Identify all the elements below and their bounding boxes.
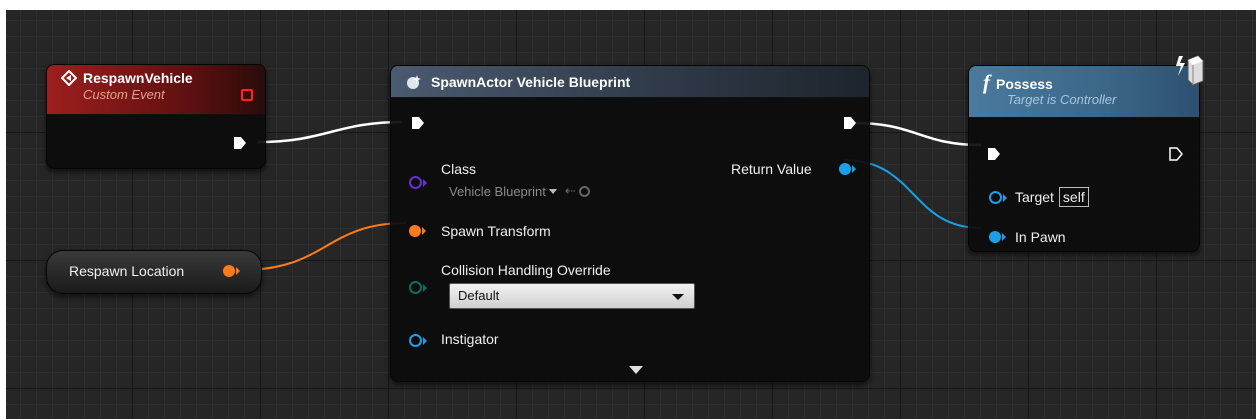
possess-node[interactable]: f Possess Target is Controller Target se…: [968, 55, 1204, 252]
event-node-header: RespawnVehicle Custom Event: [47, 65, 265, 115]
spawn-transform-label: Spawn Transform: [441, 223, 551, 239]
transform-wire[interactable]: [241, 222, 407, 271]
chevron-down-icon: [672, 294, 684, 300]
possess-node-header: f Possess Target is Controller: [969, 66, 1199, 118]
class-picker-dropdown-icon[interactable]: [548, 188, 557, 194]
in-pawn-input-pin[interactable]: [989, 231, 1006, 243]
possess-node-subtitle: Target is Controller: [1007, 92, 1117, 107]
instigator-label: Instigator: [441, 331, 499, 347]
class-input-pin[interactable]: [409, 176, 427, 189]
respawn-vehicle-event-node[interactable]: RespawnVehicle Custom Event: [46, 64, 266, 169]
instigator-input-pin[interactable]: [409, 334, 427, 347]
exec-wire-spawn-to-possess[interactable]: [853, 121, 982, 147]
collision-dropdown-value: Default: [458, 288, 500, 303]
possess-exec-input-pin[interactable]: [987, 146, 1001, 162]
function-glyph: f: [983, 70, 990, 94]
target-input-pin[interactable]: [989, 191, 1007, 204]
possess-node-title: Possess: [996, 76, 1053, 92]
in-pawn-label: In Pawn: [1015, 229, 1066, 245]
collision-handling-label: Collision Handling Override: [441, 262, 611, 278]
event-node-subtitle: Custom Event: [83, 87, 165, 102]
exec-wire-event-to-spawn[interactable]: [257, 120, 403, 144]
spawn-exec-output-pin[interactable]: [843, 115, 857, 131]
use-selected-arrow-icon[interactable]: ⇠: [565, 183, 576, 199]
target-pin-row: Target self: [1015, 187, 1089, 207]
target-label: Target: [1015, 189, 1054, 205]
class-picker[interactable]: Vehicle Blueprint ⇠: [449, 183, 590, 199]
blueprint-graph-canvas[interactable]: RespawnVehicle Custom Event Respawn Loca…: [6, 10, 1256, 419]
collision-handling-input-pin[interactable]: [409, 281, 427, 294]
spawn-exec-input-pin[interactable]: [411, 115, 425, 131]
event-node-title: RespawnVehicle: [83, 70, 193, 86]
variable-output-pin[interactable]: [223, 265, 240, 277]
spawn-transform-input-pin[interactable]: [409, 225, 426, 237]
possess-exec-output-pin[interactable]: [1169, 146, 1183, 162]
target-self-box[interactable]: self: [1058, 187, 1089, 207]
respawn-location-variable-node[interactable]: Respawn Location: [46, 250, 262, 294]
class-picker-value: Vehicle Blueprint: [449, 183, 546, 199]
expand-arrow-icon[interactable]: [629, 366, 643, 374]
spawn-actor-node[interactable]: SpawnActor Vehicle Blueprint Class Vehic…: [390, 65, 870, 382]
return-value-label: Return Value: [731, 161, 812, 177]
network-replicated-icon: [1176, 55, 1204, 86]
event-diamond-icon: [61, 70, 77, 86]
browse-search-icon[interactable]: [578, 185, 590, 197]
spawn-actor-icon: [407, 74, 421, 89]
delegate-output-pin[interactable]: [241, 89, 253, 101]
spawn-node-header: SpawnActor Vehicle Blueprint: [391, 66, 869, 98]
return-value-output-pin[interactable]: [839, 163, 856, 175]
variable-label: Respawn Location: [69, 263, 185, 279]
class-pin-label: Class: [441, 161, 477, 177]
collision-handling-dropdown[interactable]: Default: [449, 283, 695, 309]
spawn-node-title: SpawnActor Vehicle Blueprint: [431, 73, 631, 90]
event-exec-output-pin[interactable]: [233, 135, 247, 151]
